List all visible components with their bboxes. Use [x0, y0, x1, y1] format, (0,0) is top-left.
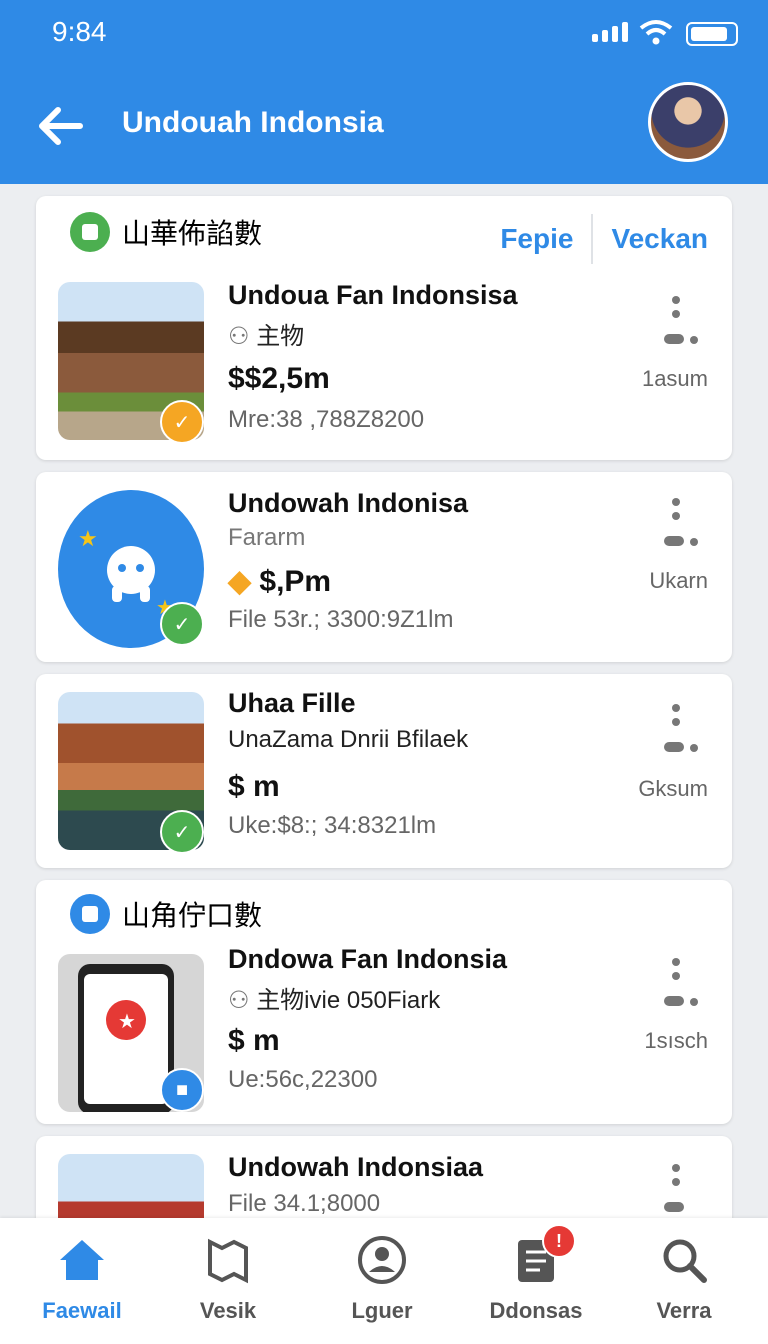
listing-title: Undowah Indonisa — [228, 488, 468, 518]
status-bar: 9:84 — [0, 0, 768, 64]
listing-card[interactable]: 山華佈諂數 Fepie Veckan ✓ Undoua Fan Indonsis… — [36, 196, 732, 460]
back-arrow-icon[interactable] — [36, 102, 84, 150]
nav-label: Faewail — [42, 1298, 122, 1323]
nav-label: Ddonsas — [489, 1298, 583, 1323]
listing-title: Dndowa Fan Indonsia — [228, 944, 508, 974]
listing-subtitle: UnaZama Dnrii Bfilaek — [228, 726, 469, 753]
listing-title: Undowah Indonsiaa — [228, 1152, 484, 1182]
listing-subtitle: ⚇ 主物ivie 050Fiark — [228, 980, 440, 1015]
verified-badge-icon: ✓ — [160, 400, 204, 444]
section-gear-icon — [70, 212, 110, 252]
search-icon — [663, 1239, 707, 1283]
battery-icon — [686, 22, 738, 46]
svg-text:★: ★ — [118, 1011, 136, 1033]
lock-badge-icon: ■ — [160, 1068, 204, 1112]
header-tabs: Fepie Veckan — [500, 214, 708, 264]
verified-badge-icon: ✓ — [160, 602, 204, 646]
listing-distance: 1sısch — [644, 1028, 708, 1053]
nav-item-user[interactable]: Lguer — [322, 1234, 442, 1324]
listing-subtitle-text: 主物ivie 050Fiark — [256, 987, 441, 1014]
section-header: 山華佈諂數 — [70, 212, 262, 252]
tag-icon: ⚇ — [228, 323, 257, 350]
listing-subtitle-text: 主物 — [256, 323, 305, 350]
more-options-icon[interactable] — [662, 704, 698, 756]
nav-item-search[interactable]: Verra — [624, 1234, 744, 1324]
listing-title: Uhaa Fille — [228, 688, 356, 718]
nav-label: Lguer — [351, 1298, 413, 1323]
emoji-icon: ◆ — [228, 565, 260, 598]
app-bar: Undouah Indonsia — [0, 64, 768, 184]
listing-card[interactable]: 山角佇口數 ★ ■ Dndowa Fan Indonsia ⚇ 主物ivie 0… — [36, 880, 732, 1124]
home-icon — [60, 1240, 104, 1280]
nav-item-map[interactable]: Vesik — [168, 1234, 288, 1324]
more-options-icon[interactable] — [662, 498, 698, 550]
listing-meta: Uke:$8:; 34:8321lm — [228, 812, 437, 839]
listing-subtitle: ⚇ 主物 — [228, 316, 304, 351]
nav-item-home[interactable]: Faewail — [22, 1234, 142, 1324]
section-header: 山角佇口數 — [70, 894, 262, 934]
verified-badge-icon: ✓ — [160, 810, 204, 854]
listing-meta: File 34.1;8000 — [228, 1190, 381, 1217]
section-label: 山角佇口數 — [122, 900, 263, 931]
nav-item-documents[interactable]: ! Ddonsas — [476, 1224, 596, 1324]
user-icon — [358, 1236, 406, 1284]
listing-card[interactable]: ★ ★ ✓ Undowah Indonisa Fararm ◆ $,Pm Fil… — [36, 472, 732, 662]
avatar[interactable] — [648, 82, 728, 162]
tab-veckan[interactable]: Veckan — [611, 223, 708, 255]
tab-fepie[interactable]: Fepie — [500, 223, 573, 255]
more-options-icon[interactable] — [662, 958, 698, 1010]
notification-badge: ! — [542, 1224, 576, 1258]
page-title: Undouah Indonsia — [122, 106, 384, 139]
map-icon — [208, 1238, 248, 1284]
document-icon: ! — [510, 1224, 576, 1286]
listing-title: Undoua Fan Indonsisa — [228, 280, 518, 310]
section-gear-icon — [70, 894, 110, 934]
listing-distance: 1asum — [641, 366, 708, 391]
listing-price: $ m — [228, 770, 280, 803]
tab-divider — [591, 214, 594, 264]
nav-label: Verra — [656, 1298, 712, 1323]
listing-price-text: $,Pm — [259, 565, 332, 598]
more-options-icon[interactable] — [662, 296, 698, 348]
listing-price: $ m — [228, 1024, 280, 1057]
listing-meta: File 53r.; 3300:9Z1lm — [228, 606, 454, 633]
section-label: 山華佈諂數 — [122, 218, 263, 249]
bottom-nav: Faewail Vesik Lguer ! Ddonsas Verra — [0, 1218, 768, 1344]
listing-price: ◆ $,Pm — [228, 564, 331, 599]
listing-card[interactable]: ✓ Uhaa Fille UnaZama Dnrii Bfilaek $ m U… — [36, 674, 732, 868]
status-time: 9:84 — [52, 16, 107, 47]
listing-distance: Ukarn — [649, 568, 708, 593]
listing-distance: Gksum — [638, 776, 708, 801]
listing-meta: Mre:38 ,788Z8200 — [228, 406, 425, 433]
signal-icon — [592, 22, 628, 42]
listing-subtitle: Fararm — [228, 524, 306, 551]
listing-price: $$2,5m — [228, 362, 330, 395]
wifi-icon — [639, 20, 673, 45]
svg-text:★: ★ — [78, 526, 98, 551]
listing-meta: Ue:56c,22300 — [228, 1066, 378, 1093]
more-options-icon[interactable] — [662, 1164, 698, 1216]
tag-icon: ⚇ — [228, 987, 257, 1014]
nav-label: Vesik — [199, 1298, 257, 1323]
